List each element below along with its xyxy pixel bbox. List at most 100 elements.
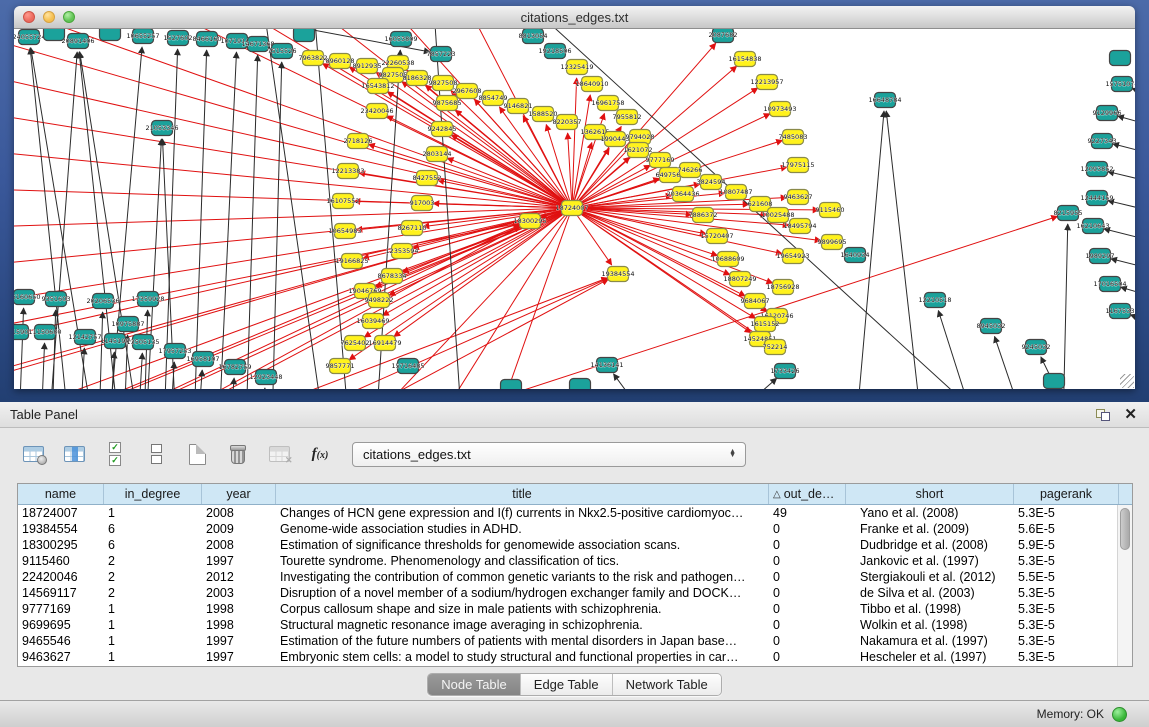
delete-table-button[interactable] (223, 439, 253, 469)
table-cell[interactable]: 2003 (202, 585, 276, 601)
graph-node[interactable]: 12093852 (1080, 162, 1113, 177)
graph-node[interactable]: 8912935 (353, 59, 382, 74)
table-cell[interactable]: de Silva et al. (2003) (846, 585, 1014, 601)
window-resize-grip[interactable] (1120, 374, 1134, 388)
column-header-title[interactable]: title (276, 484, 769, 504)
table-row[interactable]: 969969511998Structural magnetic resonanc… (18, 617, 1132, 633)
window-titlebar[interactable]: citations_edges.txt (14, 6, 1135, 29)
graph-node[interactable]: 3915901 (14, 325, 32, 340)
tab-node-table[interactable]: Node Table (428, 674, 520, 695)
graph-node[interactable]: 2718126 (344, 134, 373, 149)
table-cell[interactable]: 1 (104, 505, 202, 521)
graph-node[interactable]: 7625402 (341, 336, 370, 351)
graph-node[interactable]: 16039469 (356, 314, 389, 329)
graph-node[interactable]: 9777169 (646, 153, 675, 168)
graph-node[interactable]: 2967608 (453, 84, 482, 99)
column-header-pagerank[interactable]: pagerank (1014, 484, 1119, 504)
table-cell[interactable]: 9115460 (18, 553, 104, 569)
graph-node[interactable]: 917003 (410, 196, 435, 211)
graph-node[interactable]: 7955812 (613, 110, 642, 125)
table-cell[interactable]: 0 (769, 601, 846, 617)
table-cell[interactable]: 5.3E-5 (1014, 553, 1119, 569)
graph-node[interactable]: 9857771 (326, 359, 355, 374)
graph-node[interactable]: 9227343 (1088, 134, 1117, 149)
show-columns-button[interactable] (59, 439, 89, 469)
graph-node[interactable] (501, 380, 522, 390)
graph-node[interactable]: 2087682 (709, 29, 738, 43)
table-cell[interactable]: 6 (104, 537, 202, 553)
table-cell[interactable]: 2 (104, 569, 202, 585)
table-cell[interactable]: Disruption of a novel member of a sodium… (276, 585, 769, 601)
graph-node[interactable]: 8215955 (1054, 206, 1083, 221)
graph-node[interactable]: 9684067 (741, 294, 770, 309)
graph-node[interactable]: 13505135 (126, 335, 159, 350)
graph-node[interactable]: 752214 (763, 340, 788, 355)
graph-node[interactable]: 9899695 (818, 235, 847, 250)
graph-node[interactable]: 15751074 (1105, 77, 1135, 92)
graph-node[interactable]: 1640934 (841, 248, 870, 263)
table-cell[interactable]: 9463627 (18, 649, 104, 665)
table-cell[interactable]: Tourette syndrome. Phenomenology and cla… (276, 553, 769, 569)
graph-node[interactable]: 10655257 (126, 29, 159, 44)
graph-node[interactable]: 1733426 (771, 364, 800, 379)
column-header-in_degree[interactable]: in_degree (104, 484, 202, 504)
graph-node[interactable]: 746266 (678, 163, 703, 178)
graph-node[interactable]: 9498222 (365, 293, 394, 308)
close-panel-icon[interactable]: ✕ (1124, 407, 1137, 422)
table-cell[interactable]: 2008 (202, 537, 276, 553)
table-cell[interactable]: 49 (769, 505, 846, 521)
table-cell[interactable]: Yano et al. (2008) (846, 505, 1014, 521)
table-row[interactable]: 977716911998Corpus callosum shape and si… (18, 601, 1132, 617)
table-cell[interactable]: Stergiakouli et al. (2012) (846, 569, 1014, 585)
table-cell[interactable]: 5.3E-5 (1014, 505, 1119, 521)
table-cell[interactable]: 0 (769, 617, 846, 633)
table-cell[interactable]: Estimation of the future numbers of pati… (276, 633, 769, 649)
graph-node[interactable]: 12213383 (331, 164, 364, 179)
graph-node[interactable]: 8813054 (519, 29, 548, 44)
table-cell[interactable]: 0 (769, 649, 846, 665)
function-builder-button[interactable]: f(x) (305, 439, 335, 469)
graph-node[interactable]: 10807487 (719, 185, 752, 200)
table-cell[interactable]: 1 (104, 649, 202, 665)
table-cell[interactable]: 1998 (202, 617, 276, 633)
table-cell[interactable]: 2 (104, 585, 202, 601)
table-cell[interactable]: 0 (769, 633, 846, 649)
table-cell[interactable]: 2 (104, 553, 202, 569)
table-cell[interactable]: 1 (104, 617, 202, 633)
table-cell[interactable]: 1997 (202, 649, 276, 665)
graph-node[interactable]: 8427552 (413, 171, 442, 186)
table-cell[interactable]: 2008 (202, 505, 276, 521)
table-cell[interactable]: 0 (769, 521, 846, 537)
graph-node[interactable]: 9129966 (1093, 106, 1122, 121)
graph-node[interactable]: 1527602 (164, 31, 193, 46)
graph-node[interactable]: 26160650 (14, 290, 41, 305)
table-cell[interactable]: Corpus callosum shape and size in male p… (276, 601, 769, 617)
table-selector-dropdown[interactable]: citations_edges.txt ▲▼ (352, 442, 746, 467)
graph-node[interactable]: 14136141 (590, 358, 623, 373)
graph-node[interactable]: 9875685 (433, 96, 462, 111)
table-cell[interactable]: 5.3E-5 (1014, 585, 1119, 601)
graph-node[interactable]: 20206536 (86, 294, 119, 309)
table-cell[interactable]: 5.3E-5 (1014, 617, 1119, 633)
graph-node[interactable]: 8267110 (398, 221, 427, 236)
table-cell[interactable]: Tibbo et al. (1998) (846, 601, 1014, 617)
table-cell[interactable]: Genome-wide association studies in ADHD. (276, 521, 769, 537)
graph-node[interactable]: 19218506 (538, 44, 571, 59)
table-cell[interactable]: Nakamura et al. (1997) (846, 633, 1014, 649)
graph-node[interactable] (1044, 374, 1065, 389)
graph-node[interactable]: 15716485 (391, 359, 424, 374)
table-vertical-scrollbar[interactable] (1117, 505, 1132, 666)
table-cell[interactable]: 6 (104, 521, 202, 537)
table-cell[interactable]: 9777169 (18, 601, 104, 617)
table-cell[interactable]: 0 (769, 537, 846, 553)
table-row[interactable]: 946362711997Embryonic stem cells: a mode… (18, 649, 1132, 665)
graph-node[interactable]: 12213957 (750, 75, 783, 90)
table-cell[interactable]: 19384554 (18, 521, 104, 537)
table-cell[interactable]: 2009 (202, 521, 276, 537)
graph-node[interactable]: 16782759 (218, 360, 251, 375)
table-cell[interactable]: 5.3E-5 (1014, 601, 1119, 617)
graph-node[interactable] (294, 29, 315, 42)
graph-node[interactable]: 1167533 (1106, 304, 1135, 319)
table-cell[interactable]: 1 (104, 601, 202, 617)
graph-node[interactable]: 8220357 (553, 115, 582, 130)
